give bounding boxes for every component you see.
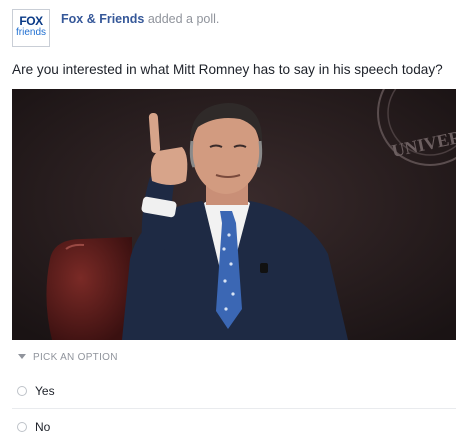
avatar-logo-subtext: friends: [15, 27, 46, 38]
caret-down-icon: [18, 354, 26, 359]
armchair: [46, 237, 132, 340]
post-header: FOX friends Fox & Friends added a poll.: [12, 9, 462, 49]
poll-option-label: Yes: [35, 384, 55, 398]
poll-option-no[interactable]: No: [12, 411, 456, 445]
post-action-text: added a poll.: [144, 12, 220, 26]
radio-button[interactable]: [17, 386, 27, 396]
page-avatar[interactable]: FOX friends: [12, 9, 50, 47]
pick-option-label[interactable]: PICK AN OPTION: [18, 352, 118, 363]
avatar-logo: FOX friends: [15, 12, 47, 44]
poll-option-label: No: [35, 420, 51, 434]
poll-option-yes[interactable]: Yes: [12, 375, 456, 409]
avatar-logo-text: FOX: [19, 14, 43, 28]
pick-option-text: PICK AN OPTION: [33, 352, 118, 363]
author-link[interactable]: Fox & Friends: [61, 12, 144, 26]
radio-button[interactable]: [17, 422, 27, 432]
poll-question: Are you interested in what Mitt Romney h…: [12, 62, 443, 77]
photo-illustration: UNIVER: [12, 89, 456, 340]
lapel-microphone: [260, 263, 268, 273]
post-photo[interactable]: UNIVER: [12, 89, 456, 340]
post-byline: Fox & Friends added a poll.: [61, 12, 219, 26]
